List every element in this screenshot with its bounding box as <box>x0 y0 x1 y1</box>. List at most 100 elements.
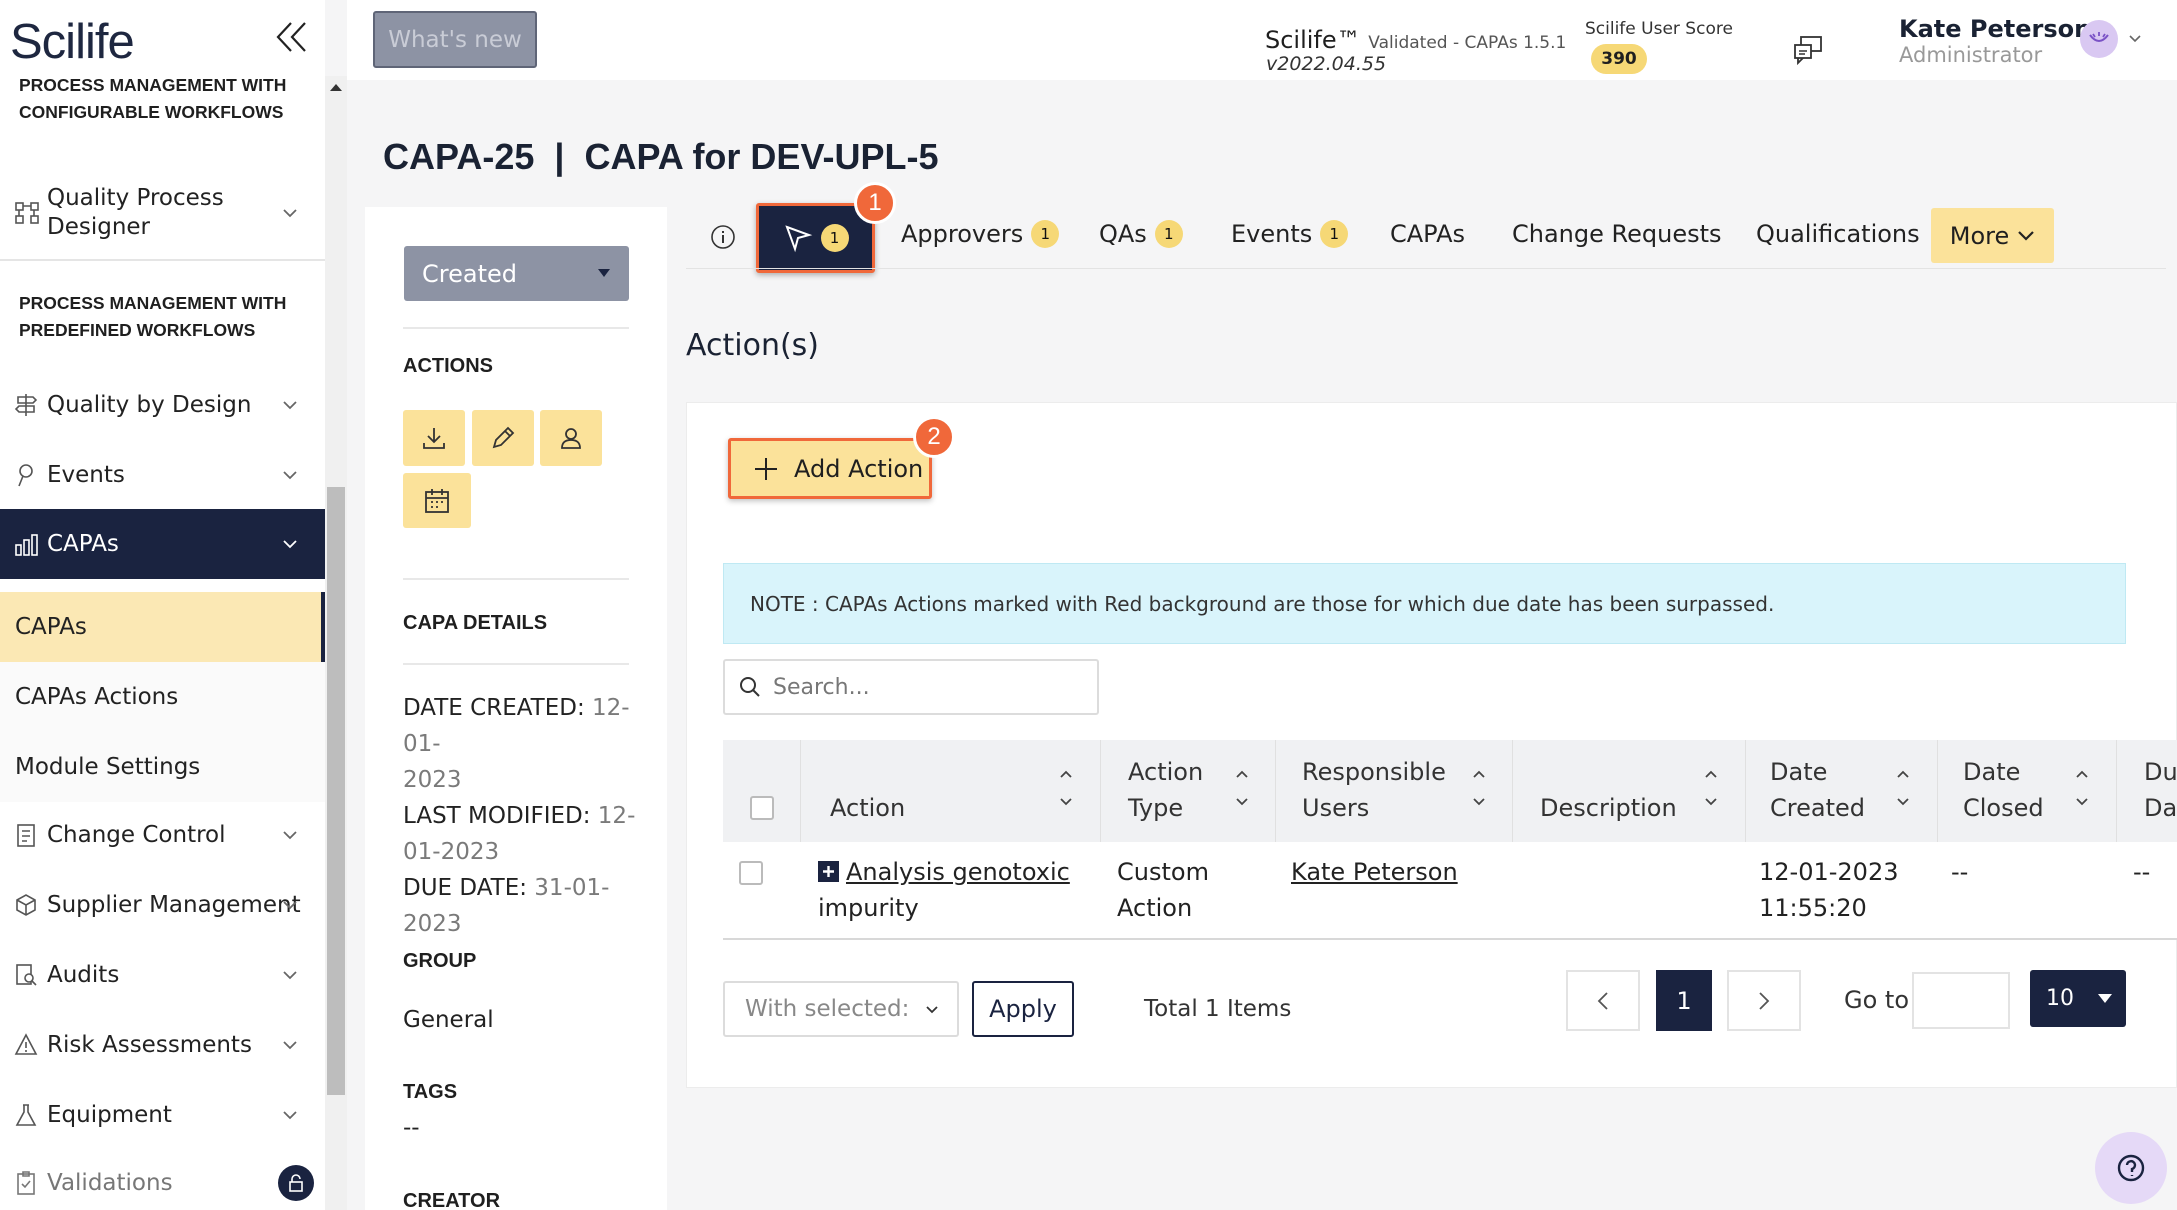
status-label: Created <box>422 259 517 288</box>
whats-new-button[interactable]: What's new <box>373 11 537 68</box>
action-link[interactable]: Analysis genotoxic impurity <box>818 854 1088 926</box>
sidebar-item-capas[interactable]: CAPAs <box>0 509 325 579</box>
add-action-button[interactable]: Add Action <box>728 438 932 499</box>
sort-icon[interactable] <box>1234 768 1250 808</box>
col-header-line: Created <box>1770 794 1865 822</box>
scroll-up-arrow-icon[interactable] <box>329 82 343 92</box>
sort-icon[interactable] <box>2074 768 2090 808</box>
page-size-select[interactable]: 10 <box>2030 970 2126 1027</box>
due-date-value-year: 2023 <box>403 911 462 937</box>
chevron-down-icon <box>282 1040 298 1050</box>
tab-change-requests[interactable]: Change Requests <box>1512 220 1722 248</box>
sidebar-item-validations[interactable]: Validations <box>0 1158 325 1208</box>
prev-page-button[interactable] <box>1566 970 1640 1031</box>
tab-label: Qualifications <box>1756 220 1920 248</box>
col-header-date-closed[interactable]: Date Closed <box>1963 754 2044 826</box>
chevron-down-icon <box>282 400 298 410</box>
edit-button[interactable] <box>472 410 534 466</box>
col-header-description[interactable]: Description <box>1540 790 1677 826</box>
tab-label: Approvers <box>901 220 1024 248</box>
product-label: Scilife™ <box>1265 26 1361 54</box>
tabs-divider <box>686 268 2166 269</box>
col-header-date-created[interactable]: Date Created <box>1770 754 1865 826</box>
goto-page-input[interactable] <box>1912 972 2010 1029</box>
sort-icon[interactable] <box>1895 768 1911 808</box>
sidebar-item-label: Supplier Management <box>47 892 301 918</box>
audit-search-icon <box>14 962 38 988</box>
search-input[interactable]: Search... <box>723 659 1099 715</box>
sidebar-item-label: CAPAs <box>47 531 119 557</box>
sidebar-item-audits[interactable]: Audits <box>0 950 325 1000</box>
sidebar-subitem-module-settings[interactable]: Module Settings <box>0 732 325 802</box>
user-name[interactable]: Kate Peterson <box>1899 15 2091 43</box>
sidebar-item-supplier-management[interactable]: Supplier Management <box>0 880 325 930</box>
sidebar-item-risk-assessments[interactable]: Risk Assessments <box>0 1020 325 1070</box>
section-predefined-workflows: PROCESS MANAGEMENT WITH PREDEFINED WORKF… <box>19 293 287 340</box>
more-tabs-dropdown[interactable]: More <box>1931 208 2054 263</box>
sort-icon[interactable] <box>1703 768 1719 808</box>
feedback-chat-icon[interactable] <box>1792 34 1824 66</box>
tab-approvers[interactable]: Approvers 1 <box>901 220 1060 248</box>
sidebar-subitem-capas[interactable]: CAPAs <box>0 592 325 662</box>
col-header-line: Type <box>1128 794 1184 822</box>
with-selected-label: With selected: <box>745 996 910 1022</box>
tab-badge: 1 <box>1320 220 1349 248</box>
tab-qualifications[interactable]: Qualifications <box>1756 220 1920 248</box>
last-modified-value: 12- <box>597 803 636 829</box>
help-button[interactable] <box>2095 1132 2167 1204</box>
row-checkbox[interactable] <box>739 861 763 885</box>
pencil-icon <box>490 425 516 451</box>
sidebar-item-label: Risk Assessments <box>47 1032 252 1058</box>
score-label: Scilife User Score <box>1585 19 1733 39</box>
sidebar-item-equipment[interactable]: Equipment <box>0 1090 325 1140</box>
with-selected-dropdown[interactable]: With selected: <box>723 981 959 1037</box>
sidebar-scroll-thumb[interactable] <box>327 487 345 1095</box>
responsible-user-link[interactable]: Kate Peterson <box>1291 854 1458 890</box>
step-callout-1: 1 <box>854 182 896 224</box>
next-page-button[interactable] <box>1727 970 1801 1031</box>
tab-events[interactable]: Events 1 <box>1231 220 1349 248</box>
tab-label: CAPAs <box>1390 220 1466 248</box>
chevron-down-icon <box>282 970 298 980</box>
apply-button[interactable]: Apply <box>972 981 1074 1037</box>
col-header-due-date[interactable]: Due Date <box>2144 754 2177 826</box>
assign-user-button[interactable] <box>540 410 602 466</box>
page-1-button[interactable]: 1 <box>1656 970 1712 1031</box>
calendar-button[interactable] <box>403 473 471 528</box>
chevron-down-icon <box>2017 230 2035 242</box>
cell-date-created: 12-01-2023 11:55:20 <box>1759 854 1898 926</box>
sidebar: Scilife PROCESS MANAGEMENT WITH CONFIGUR… <box>0 0 325 1210</box>
app-logo[interactable]: Scilife <box>10 14 135 70</box>
download-button[interactable] <box>403 410 465 466</box>
sort-icon[interactable] <box>1471 768 1487 808</box>
sort-icon[interactable] <box>1058 768 1074 808</box>
workflow-icon <box>14 200 40 226</box>
pin-icon <box>14 462 38 488</box>
action-title-line: Analysis genotoxic <box>846 858 1070 886</box>
collapse-sidebar-icon[interactable] <box>276 20 308 54</box>
creator-heading: CREATOR <box>403 1190 501 1210</box>
col-header-line: Action <box>1128 758 1204 786</box>
info-icon[interactable] <box>710 224 736 250</box>
cell-action-type: Custom Action <box>1117 854 1209 926</box>
flask-icon <box>14 1102 38 1128</box>
col-separator <box>1937 740 1938 842</box>
user-menu-chevron-icon[interactable] <box>2128 34 2142 43</box>
status-dropdown[interactable]: Created <box>404 246 629 301</box>
sidebar-item-quality-by-design[interactable]: Quality by Design <box>0 380 325 430</box>
tab-qas[interactable]: QAs 1 <box>1099 220 1183 248</box>
avatar[interactable] <box>2080 20 2118 58</box>
sidebar-item-change-control[interactable]: Change Control <box>0 810 325 860</box>
tab-capas[interactable]: CAPAs <box>1390 220 1465 248</box>
user-icon <box>558 425 584 451</box>
sidebar-item-quality-process-designer[interactable]: Quality Process Designer <box>0 165 325 260</box>
col-header-action-type[interactable]: Action Type <box>1128 754 1203 826</box>
tab-label: Events <box>1231 220 1313 248</box>
sidebar-item-events[interactable]: Events <box>0 450 325 500</box>
select-all-checkbox[interactable] <box>750 796 774 820</box>
col-header-responsible-users[interactable]: Responsible Users <box>1302 754 1446 826</box>
section-title: Action(s) <box>686 328 819 363</box>
sidebar-subitem-capas-actions[interactable]: CAPAs Actions <box>0 662 325 732</box>
col-header-action[interactable]: Action <box>830 790 905 826</box>
download-icon <box>421 425 447 451</box>
